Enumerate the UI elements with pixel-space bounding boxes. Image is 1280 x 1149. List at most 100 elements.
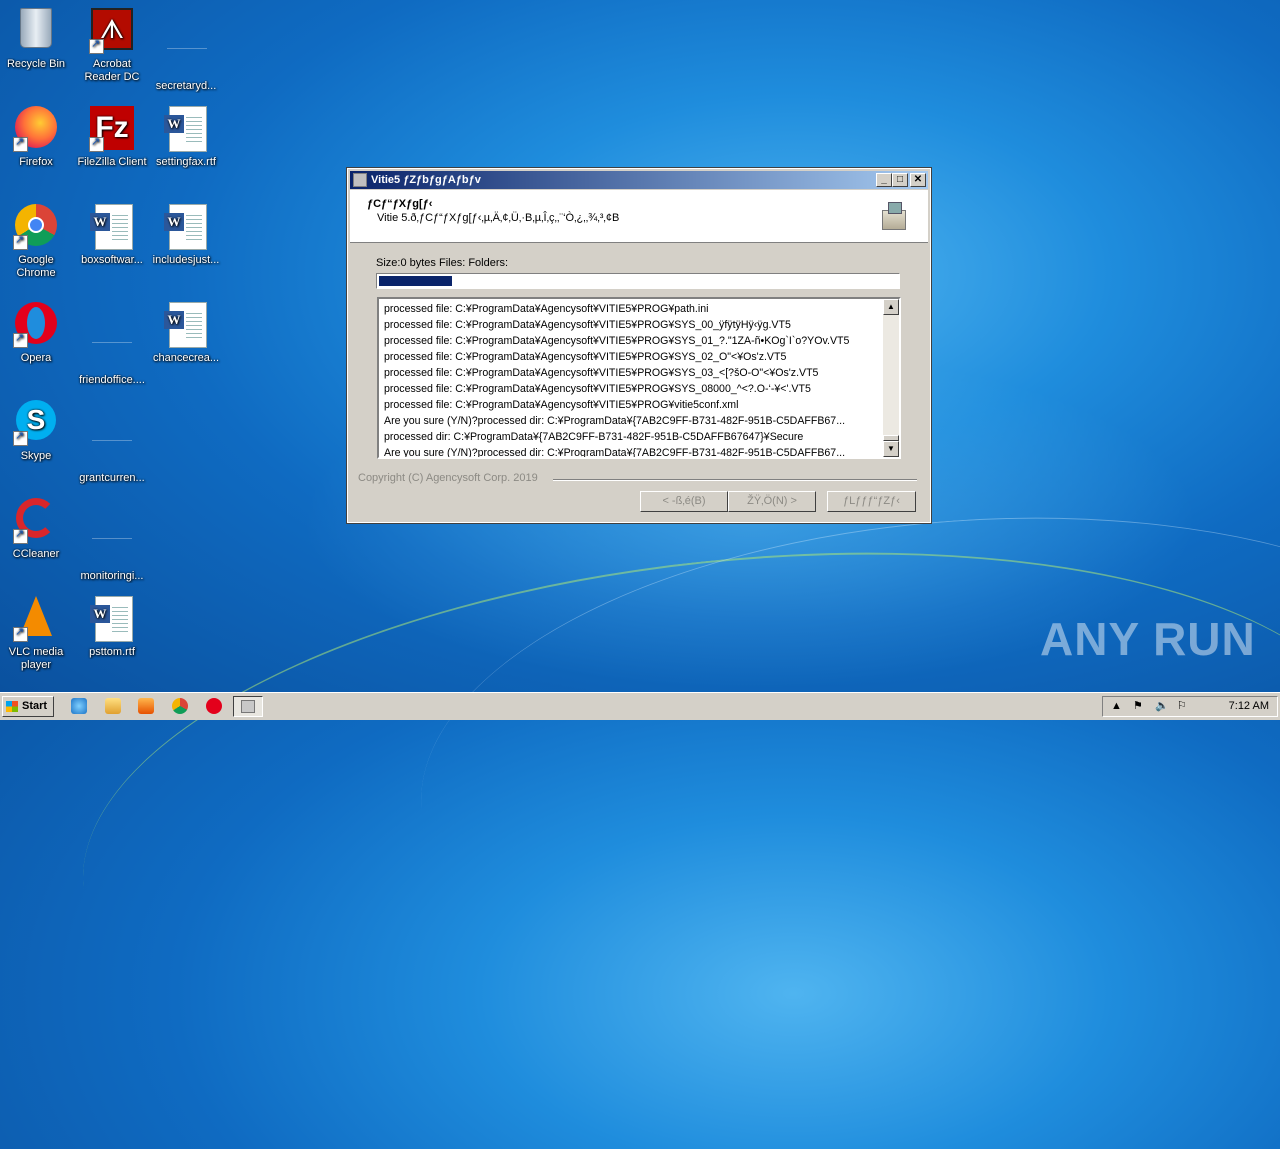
- icon-label: friendoffice....: [79, 374, 145, 386]
- window-title: Vitie5 ƒZƒbƒgƒAƒbƒv: [371, 174, 481, 186]
- vlc-shortcut[interactable]: VLC media player: [0, 592, 74, 672]
- trash-icon: [13, 8, 59, 54]
- icon-label: secretaryd...: [155, 80, 217, 92]
- icon-label: Google Chrome: [16, 254, 56, 279]
- word-document-icon: W: [163, 302, 209, 348]
- action-center-icon[interactable]: ⚑: [1133, 700, 1143, 713]
- log-line: processed file: C:¥ProgramData¥Agencysof…: [384, 303, 709, 315]
- log-line: processed dir: C:¥ProgramData¥{7AB2C9FF-…: [384, 431, 804, 443]
- copyright-text: Copyright (C) Agencysoft Corp. 2019: [358, 472, 538, 484]
- icon-label: FileZilla Client: [77, 156, 147, 168]
- log-line: processed file: C:¥ProgramData¥Agencysof…: [384, 383, 811, 395]
- opera-icon: [13, 302, 59, 348]
- installer-task-button[interactable]: [233, 696, 263, 717]
- word-document-icon: W: [89, 204, 135, 250]
- next-button[interactable]: ŽŸ‚Ö(N) >: [728, 491, 816, 512]
- scroll-up-icon[interactable]: ▲: [883, 299, 899, 315]
- log-line: processed file: C:¥ProgramData¥Agencysof…: [384, 319, 791, 331]
- rtf-document-shortcut[interactable]: W psttom.rtf: [74, 592, 150, 659]
- ccleaner-shortcut[interactable]: CCleaner: [0, 494, 74, 561]
- show-hidden-icons-icon[interactable]: ▲: [1111, 700, 1122, 713]
- icon-label: grantcurren...: [79, 472, 145, 484]
- separator: [553, 479, 917, 481]
- title-bar[interactable]: Vitie5 ƒZƒbƒgƒAƒbƒv _ □ ✕: [350, 171, 928, 189]
- icon-label: CCleaner: [12, 548, 60, 560]
- log-line: Are you sure (Y/N)?processed dir: C:¥Pro…: [384, 447, 846, 459]
- explorer-folder-icon[interactable]: [105, 698, 121, 714]
- wizard-header: ƒCƒ“ƒXƒg[ƒ‹ Vitie 5.ð‚ƒCƒ“ƒXƒg[ƒ‹‚µ‚Ä‚¢‚…: [350, 190, 928, 243]
- maximize-button[interactable]: □: [892, 173, 908, 187]
- icon-label: VLC media player: [8, 646, 64, 671]
- minimize-button[interactable]: _: [876, 173, 892, 187]
- vertical-scrollbar[interactable]: ▲ ▼: [883, 299, 899, 457]
- ccleaner-icon: [13, 498, 59, 544]
- acrobat-icon: ᗑ: [89, 8, 135, 54]
- document-shortcut[interactable]: W boxsoftwar...: [74, 200, 150, 267]
- media-player-icon[interactable]: [138, 698, 154, 714]
- installer-dialog: Vitie5 ƒZƒbƒgƒAƒbƒv _ □ ✕ ƒCƒ“ƒXƒg[ƒ‹ Vi…: [346, 167, 932, 524]
- file-shortcut[interactable]: secretaryd...: [148, 4, 224, 93]
- icon-label: boxsoftwar...: [81, 254, 143, 266]
- log-line: processed file: C:¥ProgramData¥Agencysof…: [384, 399, 739, 411]
- windows-logo-icon: [6, 701, 18, 712]
- internet-explorer-icon[interactable]: [71, 698, 87, 714]
- log-line: processed file: C:¥ProgramData¥Agencysof…: [384, 351, 787, 363]
- installer-icon: [241, 700, 255, 713]
- log-line: processed file: C:¥ProgramData¥Agencysof…: [384, 335, 850, 347]
- icon-label: monitoringi...: [80, 570, 144, 582]
- volume-icon[interactable]: 🔈: [1155, 700, 1169, 713]
- file-shortcut[interactable]: friendoffice....: [74, 298, 150, 387]
- log-line: processed file: C:¥ProgramData¥Agencysof…: [384, 367, 819, 379]
- icon-label: Opera: [20, 352, 52, 364]
- log-listbox[interactable]: processed file: C:¥ProgramData¥Agencysof…: [377, 297, 901, 459]
- file-shortcut[interactable]: monitoringi...: [74, 494, 150, 583]
- clock[interactable]: 7:12 AM: [1229, 697, 1269, 716]
- word-document-icon: W: [163, 204, 209, 250]
- icon-label: psttom.rtf: [89, 646, 135, 658]
- file-shortcut[interactable]: grantcurren...: [74, 396, 150, 485]
- skype-shortcut[interactable]: S Skype: [0, 396, 74, 463]
- status-text: Size:0 bytes Files: Folders:: [376, 257, 509, 269]
- rtf-document-shortcut[interactable]: W settingfax.rtf: [148, 102, 224, 169]
- opera-shortcut[interactable]: Opera: [0, 298, 74, 365]
- icon-label: Firefox: [19, 156, 53, 168]
- document-shortcut[interactable]: W includesjust...: [148, 200, 224, 267]
- word-document-icon: W: [163, 106, 209, 152]
- back-button[interactable]: < -ß‚é(B): [640, 491, 728, 512]
- log-lines: processed file: C:¥ProgramData¥Agencysof…: [384, 301, 880, 459]
- start-label: Start: [22, 700, 48, 712]
- installer-box-icon: [880, 202, 906, 230]
- app-icon: [353, 173, 367, 187]
- opera-taskbar-icon[interactable]: [206, 698, 222, 714]
- vlc-cone-icon: [13, 596, 59, 642]
- firefox-shortcut[interactable]: Firefox: [0, 102, 74, 169]
- network-icon[interactable]: ⚐: [1177, 700, 1187, 713]
- progress-bar: [376, 273, 900, 289]
- firefox-icon: [13, 106, 59, 152]
- chrome-taskbar-icon[interactable]: [172, 698, 188, 714]
- icon-label: settingfax.rtf: [156, 156, 216, 168]
- anyrun-watermark: ANY RUN: [1040, 613, 1256, 665]
- icon-label: includesjust...: [152, 254, 220, 266]
- scroll-down-icon[interactable]: ▼: [883, 441, 899, 457]
- icon-label: Recycle Bin: [6, 58, 66, 70]
- icon-label: Acrobat Reader DC: [84, 58, 140, 83]
- taskbar: Start ▲ ⚑ 🔈 ⚐ 7:12 AM: [0, 692, 1280, 720]
- word-document-icon: W: [89, 596, 135, 642]
- header-subtitle: Vitie 5.ð‚ƒCƒ“ƒXƒg[ƒ‹‚µ‚Ä‚¢‚Ü‚·B‚µ‚Î‚ç‚­…: [377, 212, 620, 224]
- acrobat-reader-shortcut[interactable]: ᗑ Acrobat Reader DC: [74, 4, 150, 84]
- header-title: ƒCƒ“ƒXƒg[ƒ‹: [367, 198, 433, 210]
- icon-label: chancecrea...: [152, 352, 220, 364]
- cancel-button[interactable]: ƒLƒƒƒ“ƒZƒ‹: [827, 491, 916, 512]
- chrome-shortcut[interactable]: Google Chrome: [0, 200, 74, 280]
- log-line: Are you sure (Y/N)?processed dir: C:¥Pro…: [384, 415, 846, 427]
- filezilla-shortcut[interactable]: Fz FileZilla Client: [74, 102, 150, 169]
- close-button[interactable]: ✕: [910, 173, 926, 187]
- progress-fill: [379, 276, 452, 286]
- recycle-bin-icon[interactable]: Recycle Bin: [0, 4, 74, 71]
- start-button[interactable]: Start: [2, 696, 54, 717]
- icon-label: Skype: [20, 450, 52, 462]
- document-shortcut[interactable]: W chancecrea...: [148, 298, 224, 365]
- filezilla-icon: Fz: [89, 106, 135, 152]
- chrome-icon: [13, 204, 59, 250]
